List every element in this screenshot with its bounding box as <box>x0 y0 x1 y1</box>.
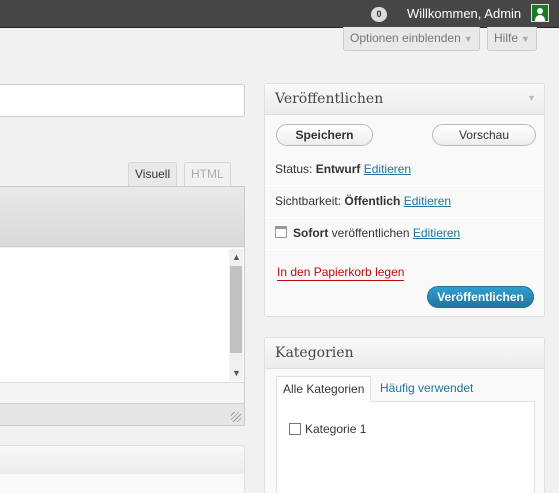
publish-box-title: Veröffentlichen <box>275 91 384 107</box>
status-edit-link[interactable]: Editieren <box>364 162 411 176</box>
editor-toolbar <box>0 187 244 247</box>
schedule-edit-link[interactable]: Editieren <box>413 226 460 240</box>
howdy-label[interactable]: Willkommen, Admin <box>407 6 521 21</box>
admin-bar: 0 Willkommen, Admin <box>0 0 559 28</box>
lower-postbox <box>0 445 245 493</box>
collapse-arrow-icon[interactable]: ▼ <box>527 93 536 103</box>
tab-popular-categories[interactable]: Häufig verwendet <box>374 376 479 402</box>
visibility-value: Öffentlich <box>344 194 401 208</box>
divider <box>265 249 544 250</box>
schedule-label: veröffentlichen <box>331 226 410 240</box>
status-row: Status: Entwurf Editieren <box>275 162 411 176</box>
tab-all-categories[interactable]: Alle Kategorien <box>276 376 372 402</box>
list-item[interactable]: Kategorie 1 <box>289 422 366 436</box>
status-label: Status: <box>275 162 313 176</box>
preview-button[interactable]: Vorschau <box>432 124 536 146</box>
screen-options-label: Optionen einblenden <box>350 31 461 45</box>
categories-box-header[interactable]: Kategorien <box>265 338 544 369</box>
comments-count-badge[interactable]: 0 <box>371 7 387 22</box>
publish-box-header[interactable]: Veröffentlichen ▼ <box>265 84 544 115</box>
categories-box: Kategorien Alle Kategorien Häufig verwen… <box>264 337 545 493</box>
calendar-icon <box>275 226 287 238</box>
visibility-edit-link[interactable]: Editieren <box>404 194 451 208</box>
help-button[interactable]: Hilfe ▼ <box>487 27 537 51</box>
tab-visual[interactable]: Visuell <box>128 162 178 186</box>
divider <box>265 185 544 186</box>
editor-status-bar <box>0 403 244 425</box>
tab-html[interactable]: HTML <box>184 162 231 186</box>
publish-box: Veröffentlichen ▼ Speichern Vorschau Sta… <box>264 83 545 317</box>
schedule-value: Sofort <box>293 226 329 240</box>
move-to-trash-link[interactable]: In den Papierkorb legen <box>277 265 405 281</box>
scroll-up-icon[interactable]: ▲ <box>232 252 241 262</box>
category-list: Kategorie 1 <box>276 401 535 493</box>
visibility-row: Sichtbarkeit: Öffentlich Editieren <box>275 194 451 208</box>
scroll-down-icon[interactable]: ▼ <box>232 368 241 378</box>
publish-button[interactable]: Veröffentlichen <box>427 286 534 308</box>
post-editor: ▲ ▼ <box>0 186 245 426</box>
category-label: Kategorie 1 <box>305 422 367 436</box>
scrollbar-thumb[interactable] <box>230 266 242 353</box>
post-title-input[interactable] <box>0 84 245 117</box>
screen-options-button[interactable]: Optionen einblenden ▼ <box>343 27 480 51</box>
visibility-label: Sichtbarkeit: <box>275 194 342 208</box>
category-checkbox[interactable] <box>289 423 301 435</box>
divider <box>265 217 544 218</box>
help-label: Hilfe <box>494 31 519 45</box>
editor-content-area[interactable]: ▲ ▼ <box>0 248 244 382</box>
avatar-icon[interactable] <box>531 4 549 22</box>
editor-scrollbar[interactable]: ▲ ▼ <box>229 249 243 381</box>
resize-grip-icon[interactable] <box>231 412 241 422</box>
editor-path-bar <box>0 382 244 403</box>
chevron-down-icon: ▼ <box>463 34 473 44</box>
chevron-down-icon: ▼ <box>521 34 530 44</box>
schedule-row: Sofort veröffentlichen Editieren <box>275 226 460 240</box>
status-value: Entwurf <box>315 162 361 176</box>
save-draft-button[interactable]: Speichern <box>276 124 373 146</box>
categories-box-title: Kategorien <box>275 345 354 361</box>
